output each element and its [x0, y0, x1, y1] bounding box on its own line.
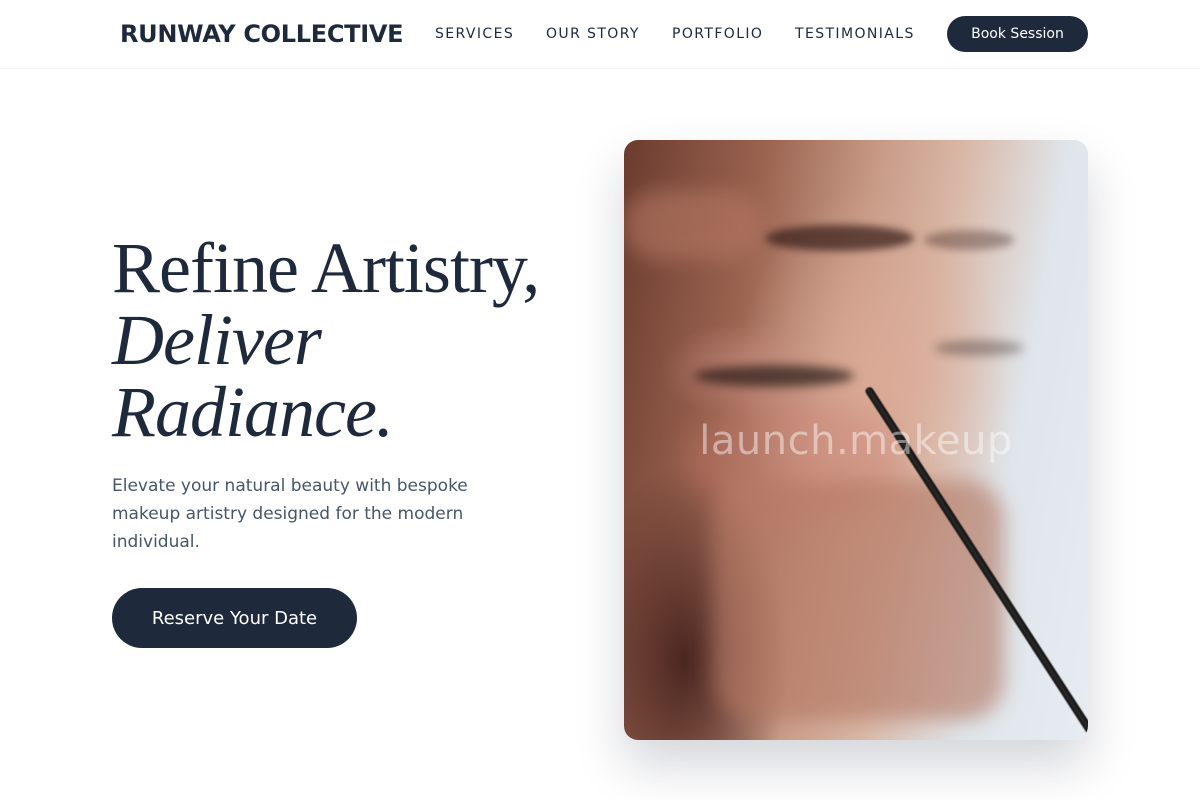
book-session-button[interactable]: Book Session	[947, 16, 1088, 52]
headline-line-2: Deliver	[112, 300, 322, 380]
nav-our-story[interactable]: OUR STORY	[546, 25, 640, 43]
nav-testimonials[interactable]: TESTIMONIALS	[795, 25, 915, 43]
nav-portfolio[interactable]: PORTFOLIO	[672, 25, 763, 43]
nav-services[interactable]: SERVICES	[435, 25, 514, 43]
hero-headline: Refine Artistry, Deliver Radiance.	[112, 232, 592, 448]
hero-image: launch.makeup	[624, 140, 1088, 740]
headline-line-1: Refine Artistry,	[112, 228, 540, 308]
headline-line-3: Radiance.	[112, 372, 394, 452]
brand-logo[interactable]: RUNWAY COLLECTIVE	[120, 19, 404, 49]
image-watermark: launch.makeup	[699, 418, 1013, 464]
reserve-date-button[interactable]: Reserve Your Date	[112, 588, 357, 648]
hero-subtext: Elevate your natural beauty with bespoke…	[112, 476, 468, 552]
site-header: RUNWAY COLLECTIVE SERVICES OUR STORY POR…	[0, 0, 1200, 69]
